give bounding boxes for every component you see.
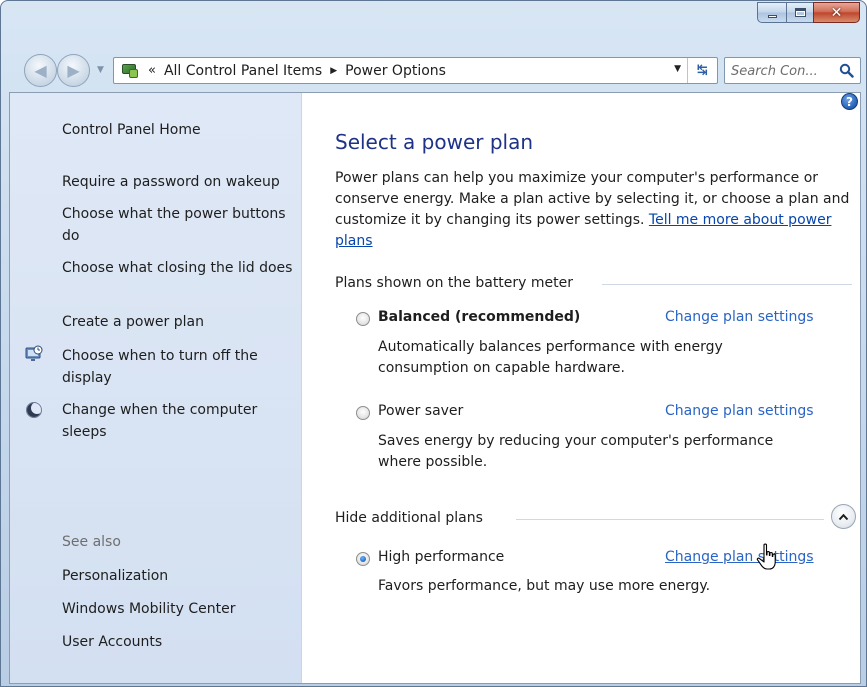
- plan-description-high-performance: Favors performance, but may use more ene…: [378, 578, 711, 594]
- change-plan-settings-high-performance-link[interactable]: Change plan settings: [665, 549, 814, 565]
- moon-icon: [26, 402, 43, 418]
- plan-name-balanced[interactable]: Balanced (recommended): [378, 309, 580, 325]
- recent-pages-dropdown[interactable]: ▼: [97, 65, 109, 77]
- close-button[interactable]: ✕: [813, 2, 860, 23]
- caption-buttons: ✕: [757, 2, 860, 24]
- radio-high-performance[interactable]: [356, 552, 370, 566]
- task-pane: Control Panel Home Require a password on…: [10, 93, 302, 683]
- group-header-additional-plans[interactable]: Hide additional plans: [335, 510, 483, 526]
- search-input[interactable]: [731, 62, 831, 80]
- search-icon[interactable]: [839, 63, 854, 78]
- group-divider: [516, 519, 824, 520]
- address-dropdown-icon[interactable]: ▼: [674, 64, 681, 74]
- minimize-button[interactable]: [757, 2, 786, 23]
- collapse-additional-plans-button[interactable]: [831, 504, 856, 529]
- display-clock-icon: [25, 345, 43, 361]
- plan-description-power-saver: Saves energy by reducing your computer's…: [378, 433, 774, 470]
- see-also-personalization[interactable]: Personalization: [62, 565, 298, 587]
- forward-arrow-icon: ▶: [67, 61, 80, 80]
- help-icon[interactable]: ?: [841, 93, 858, 110]
- sidebar-link-control-panel-home[interactable]: Control Panel Home: [62, 119, 298, 141]
- sidebar-link-create-power-plan[interactable]: Create a power plan: [62, 311, 298, 333]
- content-area: Control Panel Home Require a password on…: [9, 92, 861, 684]
- sidebar-link-power-buttons[interactable]: Choose what the power buttons do: [62, 203, 298, 247]
- maximize-button[interactable]: [786, 2, 813, 23]
- breadcrumb-separator-icon[interactable]: ▶: [330, 66, 337, 76]
- breadcrumb-all-control-panel-items[interactable]: All Control Panel Items: [164, 63, 322, 79]
- address-bar[interactable]: « All Control Panel Items ▶ Power Option…: [113, 57, 718, 84]
- group-divider: [602, 284, 852, 285]
- see-also-user-accounts[interactable]: User Accounts: [62, 631, 298, 653]
- see-also-mobility-center[interactable]: Windows Mobility Center: [62, 598, 298, 620]
- power-options-window: ✕ ◀ ▶ ▼ « All Control Panel Items ▶ Powe…: [0, 0, 867, 687]
- see-also-heading: See also: [62, 534, 121, 550]
- intro-paragraph: Power plans can help you maximize your c…: [335, 168, 855, 252]
- navigation-bar: ◀ ▶ ▼ « All Control Panel Items ▶ Power …: [1, 53, 866, 89]
- minimize-icon: [767, 15, 777, 18]
- plan-name-high-performance[interactable]: High performance: [378, 549, 504, 565]
- plan-name-power-saver[interactable]: Power saver: [378, 403, 463, 419]
- breadcrumb-overflow[interactable]: «: [148, 63, 156, 78]
- plan-description-balanced: Automatically balances performance with …: [378, 339, 723, 376]
- maximize-icon: [794, 8, 806, 17]
- change-plan-settings-balanced-link[interactable]: Change plan settings: [665, 309, 814, 325]
- sidebar-link-turn-off-display[interactable]: Choose when to turn off the display: [62, 345, 298, 389]
- power-options-icon: [120, 62, 140, 80]
- breadcrumb-power-options[interactable]: Power Options: [345, 63, 446, 79]
- radio-balanced[interactable]: [356, 312, 370, 326]
- chevron-down-icon: ▼: [97, 65, 104, 75]
- group-header-battery-meter: Plans shown on the battery meter: [335, 275, 574, 291]
- close-icon: ✕: [830, 4, 843, 21]
- forward-button[interactable]: ▶: [57, 54, 90, 87]
- sidebar-link-require-password[interactable]: Require a password on wakeup: [62, 171, 298, 193]
- back-button[interactable]: ◀: [24, 54, 57, 87]
- page-title: Select a power plan: [335, 130, 534, 154]
- sidebar-link-closing-lid[interactable]: Choose what closing the lid does: [62, 257, 298, 279]
- search-box[interactable]: [724, 57, 861, 84]
- back-arrow-icon: ◀: [34, 61, 47, 80]
- refresh-button[interactable]: ↹: [687, 58, 717, 83]
- title-bar[interactable]: ✕: [1, 1, 866, 39]
- sidebar-link-computer-sleeps[interactable]: Change when the computer sleeps: [62, 399, 298, 443]
- radio-power-saver[interactable]: [356, 406, 370, 420]
- refresh-icon: ↹: [697, 63, 708, 78]
- change-plan-settings-power-saver-link[interactable]: Change plan settings: [665, 403, 814, 419]
- main-pane: ? Select a power plan Power plans can he…: [302, 93, 860, 683]
- chevron-up-icon: [838, 513, 849, 520]
